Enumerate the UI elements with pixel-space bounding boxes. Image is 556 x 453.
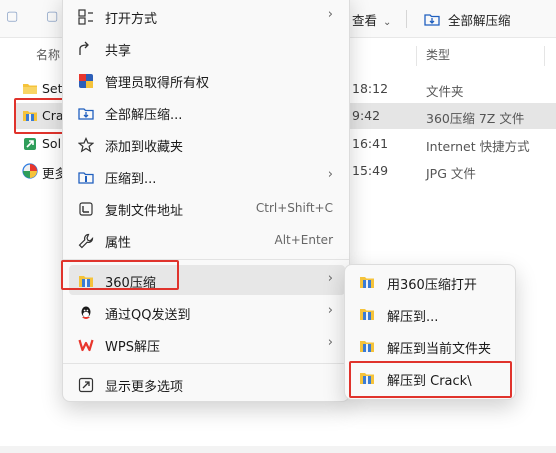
menu-item-label: 显示更多选项 (105, 380, 184, 395)
file-modified-time: 16:41 (352, 136, 389, 151)
compress-icon (77, 168, 94, 185)
chevron-right-icon: › (327, 271, 333, 286)
submenu-item-extract-to[interactable]: 解压到... (351, 299, 511, 329)
file-name: Set (42, 81, 63, 96)
submenu-item-label: 解压到... (387, 310, 439, 325)
chevron-right-icon: › (327, 167, 333, 182)
chevron-down-icon: ⌄ (383, 17, 392, 28)
extract-all-icon (77, 104, 94, 121)
file-type: 360压缩 7Z 文件 (426, 111, 525, 126)
context-menu: 打开方式 › 共享 管理员取得所有权 全部解压缩... 添加到收藏夹 压缩到..… (62, 0, 350, 402)
shortcut-icon (24, 138, 36, 150)
360-zip-icon (360, 341, 374, 352)
file-modified-time: 9:42 (352, 108, 381, 123)
file-name: Sol (42, 136, 62, 151)
new-icon[interactable]: ▢ (6, 9, 18, 24)
menu-item-label: 全部解压缩... (105, 108, 183, 123)
column-header-name[interactable]: 名称 (36, 46, 60, 68)
menu-item-label: 复制文件地址 (105, 204, 184, 219)
menu-item-shortcut: Ctrl+Shift+C (255, 201, 333, 215)
wps-icon (77, 336, 94, 353)
open-with-icon (77, 8, 94, 25)
toolbar-divider (406, 10, 407, 28)
submenu-item-open-with-360[interactable]: 用360压缩打开 (351, 267, 511, 297)
folder-icon (23, 84, 37, 94)
wrench-icon (77, 232, 94, 249)
360-zip-icon (77, 272, 94, 289)
archive-icon (23, 111, 37, 121)
menu-separator (63, 259, 349, 260)
image-icon (22, 163, 38, 179)
menu-item-properties[interactable]: 属性 Alt+Enter (69, 225, 345, 255)
star-icon (77, 136, 94, 153)
extract-all-label: 全部解压缩 (448, 12, 511, 28)
submenu-item-label: 解压到 Crack\ (387, 374, 472, 389)
chevron-right-icon: › (327, 335, 333, 350)
menu-item-label: 通过QQ发送到 (105, 308, 191, 323)
menu-item-label: 360压缩 (105, 276, 156, 291)
menu-item-add-to-favorites[interactable]: 添加到收藏夹 (69, 129, 345, 159)
file-type: Internet 快捷方式 (426, 139, 530, 154)
menu-item-compress-to[interactable]: 压缩到... › (69, 161, 345, 191)
extract-all-button[interactable]: 全部解压缩 (424, 8, 511, 30)
menu-item-label: 属性 (105, 236, 132, 251)
360-zip-icon (360, 309, 374, 320)
submenu-item-label: 用360压缩打开 (387, 278, 477, 293)
menu-separator (63, 363, 349, 364)
menu-item-label: 共享 (105, 44, 132, 59)
submenu-360-zip: 用360压缩打开 解压到... 解压到当前文件夹 解压到 Crack\ (344, 264, 516, 400)
menu-item-shortcut: Alt+Enter (274, 233, 333, 247)
chevron-right-icon: › (327, 303, 333, 318)
menu-item-wps-extract[interactable]: WPS解压 › (69, 329, 345, 359)
menu-item-label: 添加到收藏夹 (105, 140, 184, 155)
view-label: 查看 (352, 13, 378, 28)
share-icon (77, 40, 94, 57)
view-button[interactable]: 查看 ⌄ (352, 10, 391, 29)
menu-item-copy-path[interactable]: 复制文件地址 Ctrl+Shift+C (69, 193, 345, 223)
file-name: Cra (42, 108, 64, 123)
column-header-type[interactable]: 类型 (426, 46, 450, 68)
submenu-item-label: 解压到当前文件夹 (387, 342, 492, 357)
menu-item-label: 管理员取得所有权 (105, 76, 210, 91)
chevron-right-icon: › (327, 7, 333, 22)
menu-item-take-ownership[interactable]: 管理员取得所有权 (69, 65, 345, 95)
menu-item-label: 打开方式 (105, 12, 158, 27)
submenu-item-extract-to-crack[interactable]: 解压到 Crack\ (351, 363, 511, 393)
file-modified-time: 18:12 (352, 81, 389, 96)
cut-icon[interactable]: ▢ (46, 9, 58, 24)
360-zip-icon (360, 373, 374, 384)
more-options-icon (77, 376, 94, 393)
explorer-bottom-edge (0, 446, 556, 453)
file-type: 文件夹 (426, 84, 464, 99)
file-type: JPG 文件 (426, 166, 476, 181)
copy-path-icon (77, 200, 94, 217)
column-divider[interactable] (416, 46, 417, 66)
menu-item-send-via-qq[interactable]: 通过QQ发送到 › (69, 297, 345, 327)
menu-item-share[interactable]: 共享 (69, 33, 345, 63)
extract-folder-icon (424, 14, 440, 26)
submenu-item-extract-here[interactable]: 解压到当前文件夹 (351, 331, 511, 361)
menu-item-extract-all[interactable]: 全部解压缩... (69, 97, 345, 127)
menu-item-show-more-options[interactable]: 显示更多选项 (69, 369, 345, 399)
qq-icon (77, 304, 94, 321)
column-divider[interactable] (544, 46, 545, 66)
menu-item-360-zip[interactable]: 360压缩 › (69, 265, 345, 295)
360-zip-icon (360, 277, 374, 288)
menu-item-label: 压缩到... (105, 172, 157, 187)
menu-item-open-with[interactable]: 打开方式 › (69, 1, 345, 31)
take-ownership-icon (77, 72, 94, 89)
file-modified-time: 15:49 (352, 163, 389, 178)
menu-item-label: WPS解压 (105, 340, 160, 355)
